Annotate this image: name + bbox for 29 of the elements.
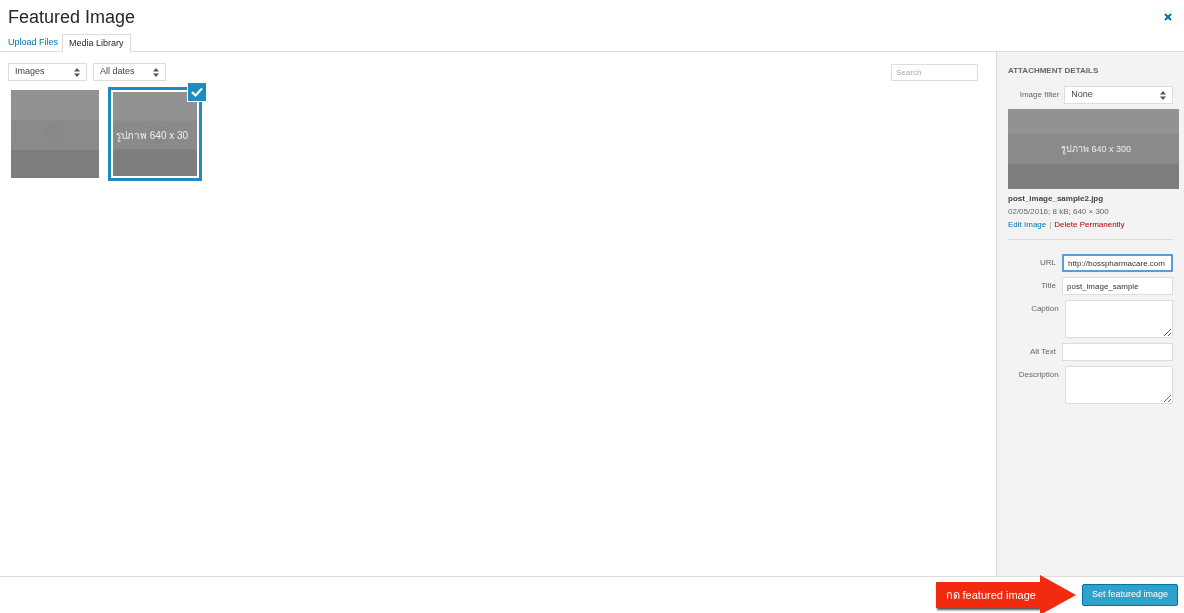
field-label: Image filter — [1018, 89, 1060, 101]
link-separator: | — [1049, 219, 1052, 231]
preview-text: รูปภาพ 640 x 300 — [1061, 143, 1132, 157]
field-label: Alt Text — [1028, 346, 1056, 358]
field-label: Caption — [1030, 303, 1059, 315]
close-icon[interactable] — [1164, 13, 1172, 21]
select-dropdown[interactable]: None — [1064, 86, 1173, 104]
section-heading: ATTACHMENT DETAILS — [1008, 65, 1100, 77]
select-arrows-icon — [153, 67, 159, 77]
file-name: post_image_sample2.jpg — [1008, 193, 1105, 205]
select-dropdown[interactable]: All dates — [93, 63, 166, 81]
input-field[interactable]: http://bosspharmacare.com — [1062, 254, 1173, 272]
input-field[interactable] — [1062, 343, 1173, 361]
search-field[interactable]: Search — [891, 63, 978, 81]
tab[interactable]: Upload Files — [4, 34, 63, 52]
file-meta: 02/05/2016; 8 kB; 640 × 300 — [1008, 206, 1110, 218]
tab[interactable]: Media Library — [62, 34, 131, 53]
window-title: Featured Image — [8, 6, 136, 29]
select-arrows-icon — [74, 67, 80, 77]
edit-image-link[interactable]: Edit Image — [1008, 219, 1047, 231]
field-label: Description — [1017, 369, 1059, 381]
select-arrows-icon — [1160, 90, 1166, 100]
thumbnail-text: รูปภาพ 640 x 30 — [116, 129, 189, 143]
delete-permanently-link[interactable]: Delete Permanently — [1054, 219, 1125, 231]
checkmark-icon[interactable] — [187, 82, 207, 102]
select-dropdown[interactable]: Images — [8, 63, 87, 81]
field-label: Title — [1040, 280, 1056, 292]
field-label: URL — [1039, 257, 1056, 269]
input-field[interactable]: post_image_sample — [1062, 277, 1173, 295]
